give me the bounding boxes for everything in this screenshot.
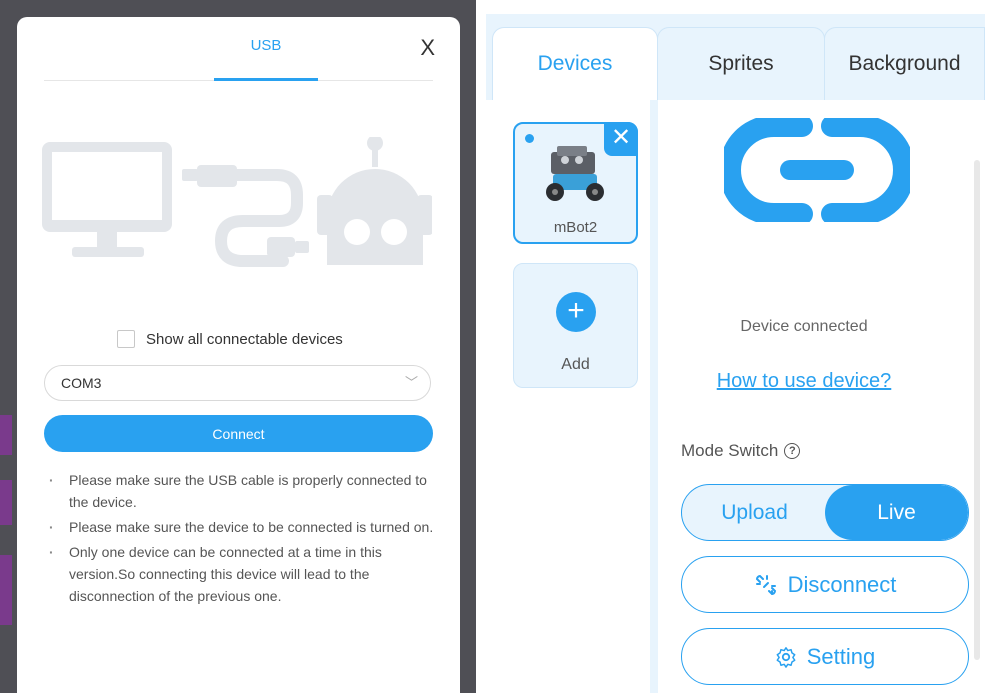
backdrop-strip: [0, 555, 12, 625]
setting-button[interactable]: Setting: [681, 628, 969, 685]
usb-connect-dialog: USB X Show all connectable devices COM3 …: [17, 17, 460, 693]
usb-tips-list: Please make sure the USB cable is proper…: [47, 469, 447, 610]
connection-status: Device connected: [740, 318, 868, 335]
tab-usb[interactable]: USB: [214, 17, 318, 81]
column-divider: [650, 100, 658, 693]
tip-item: Only one device can be connected at a ti…: [47, 541, 447, 607]
dialog-tabbar: USB: [44, 17, 433, 81]
tab-active-underline: [214, 78, 318, 81]
unlink-icon: [754, 573, 778, 597]
usb-cable-illustration: [182, 165, 309, 267]
chevron-down-icon: ﹀: [404, 375, 418, 390]
tab-background[interactable]: Background: [824, 27, 985, 100]
show-all-checkbox[interactable]: [117, 330, 135, 348]
computer-illustration: [42, 142, 172, 257]
connection-illustration: [42, 137, 432, 267]
backdrop-strip: [0, 415, 12, 455]
disconnect-button[interactable]: Disconnect: [681, 556, 969, 613]
remove-device-icon[interactable]: ✕: [604, 122, 638, 156]
help-icon[interactable]: ?: [784, 443, 801, 459]
mode-toggle: Upload Live: [681, 484, 969, 541]
show-all-label: Show all connectable devices: [146, 330, 343, 348]
close-icon[interactable]: X: [420, 37, 435, 59]
robot-illustration: [317, 137, 432, 265]
devices-panel: Sprites Background Devices ✕ mBot2 + Add…: [486, 0, 985, 693]
mode-live-option[interactable]: Live: [825, 485, 968, 540]
tab-sprites[interactable]: Sprites: [657, 27, 825, 100]
add-device-card[interactable]: + Add: [513, 263, 638, 388]
backdrop-strip: [0, 480, 12, 525]
port-select[interactable]: COM3 ﹀: [44, 365, 431, 401]
show-all-devices-row[interactable]: Show all connectable devices: [117, 327, 343, 351]
mode-switch-label: Mode Switch: [681, 441, 779, 460]
tab-usb-label: USB: [250, 37, 282, 54]
device-card-mbot2[interactable]: ✕ mBot2: [513, 122, 638, 244]
gear-icon: [775, 646, 797, 668]
mode-upload-option[interactable]: Upload: [682, 485, 827, 540]
tip-item: Please make sure the USB cable is proper…: [47, 469, 447, 513]
device-name: mBot2: [553, 219, 598, 236]
tab-devices[interactable]: Devices: [492, 27, 658, 107]
add-device-label: Add: [561, 356, 590, 373]
tip-item: Please make sure the device to be connec…: [47, 516, 447, 538]
setting-label: Setting: [806, 643, 876, 669]
scrollbar[interactable]: [974, 160, 980, 660]
mode-switch-label-row: Mode Switch ?: [681, 441, 801, 461]
link-icon: [724, 118, 910, 222]
mbot2-robot-image: [546, 146, 604, 201]
disconnect-label: Disconnect: [787, 571, 897, 597]
connect-button[interactable]: Connect: [44, 415, 433, 452]
plus-icon: +: [556, 292, 596, 332]
port-select-value: COM3: [61, 375, 102, 391]
how-to-use-link[interactable]: How to use device?: [682, 370, 926, 393]
connected-dot: [525, 134, 534, 143]
